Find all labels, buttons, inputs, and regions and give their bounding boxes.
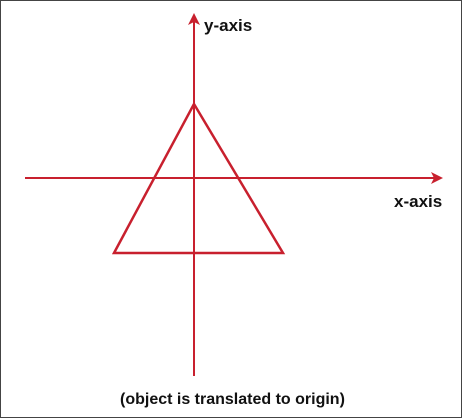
caption: (object is translated to origin) xyxy=(120,391,345,408)
y-axis-label: y-axis xyxy=(204,16,252,35)
translation-diagram: y-axis x-axis (object is translated to o… xyxy=(25,13,443,408)
x-axis-label: x-axis xyxy=(394,192,442,211)
diagram-frame: y-axis x-axis (object is translated to o… xyxy=(0,0,462,418)
